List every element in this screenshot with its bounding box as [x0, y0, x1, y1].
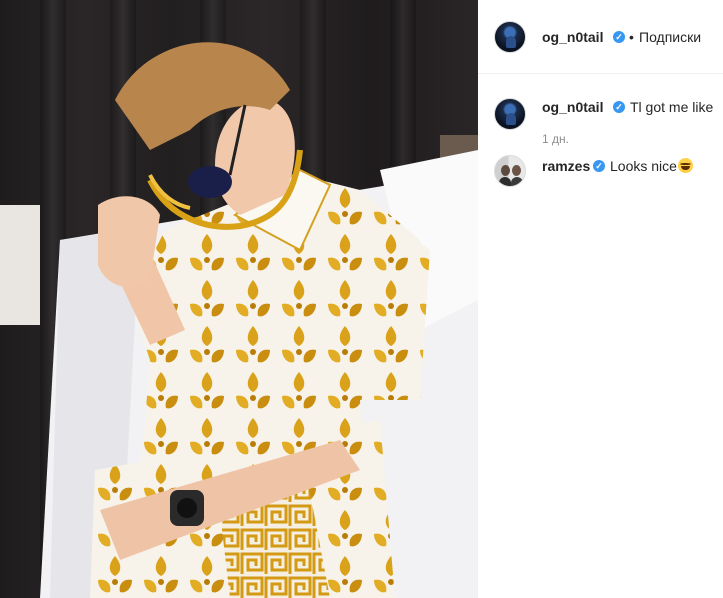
separator-dot: •: [629, 29, 634, 45]
comment-text-wrap: Looks nice: [610, 158, 693, 174]
verified-badge-icon: ✓: [613, 101, 625, 113]
verified-badge-icon: ✓: [613, 31, 625, 43]
sunglasses: [188, 166, 232, 198]
post-header: og_n0tail ✓ • Подписки: [478, 0, 723, 74]
photo-illustration: [0, 42, 478, 598]
comment-text: Tl got me like: [630, 99, 714, 115]
commenter-avatar[interactable]: [494, 98, 526, 130]
comment-username[interactable]: og_n0tail: [542, 99, 603, 115]
comment-text: Looks nice: [610, 158, 677, 174]
post-sidebar: og_n0tail ✓ • Подписки og_n0tail ✓ Tl go…: [478, 0, 723, 598]
comment-timestamp[interactable]: 1 дн.: [542, 132, 569, 146]
author-avatar[interactable]: [494, 21, 526, 53]
commenter-avatar[interactable]: [494, 155, 526, 187]
author-username[interactable]: og_n0tail: [542, 29, 603, 45]
following-button[interactable]: Подписки: [639, 29, 701, 45]
post-photo[interactable]: [0, 0, 478, 598]
hand: [98, 196, 160, 288]
verified-badge-icon: ✓: [593, 160, 605, 172]
comment-username[interactable]: ramzes: [542, 158, 590, 174]
laughing-tears-emoji-icon: [677, 158, 693, 173]
